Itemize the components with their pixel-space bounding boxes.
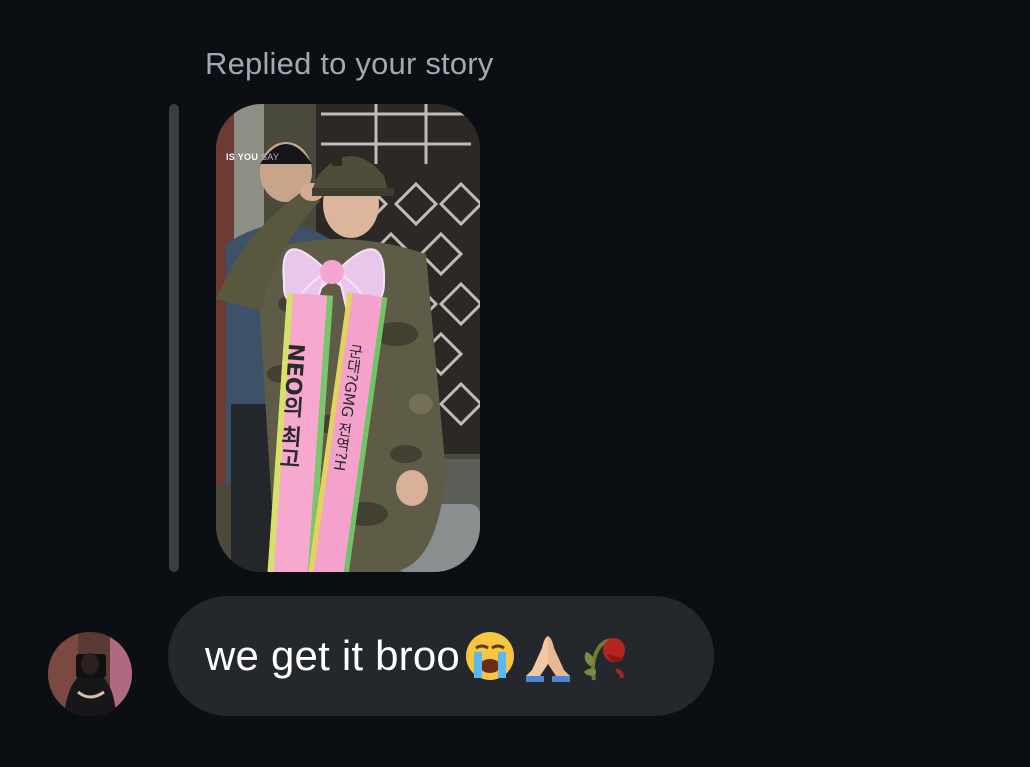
story-reply-label: Replied to your story	[205, 46, 494, 81]
story-preview[interactable]: NEO의 최고 군대?GMG 전역?H IS YOU SAY	[216, 104, 480, 572]
story-caption: IS YOU SAY	[226, 152, 280, 162]
avatar[interactable]	[48, 632, 132, 716]
wilted-flower-icon	[583, 638, 625, 681]
dm-thread: Replied to your story NEO의 최고 군대?GMG 전역?…	[0, 0, 1030, 767]
message-text: we get it broo	[205, 632, 460, 679]
message-emojis	[464, 630, 628, 682]
message-bubble[interactable]: we get it broo	[168, 596, 714, 716]
folded-hands-icon	[525, 636, 570, 682]
loudly-crying-face-icon	[465, 632, 514, 680]
story-image: NEO의 최고 군대?GMG 전역?H	[216, 104, 480, 572]
reply-quote-bar	[169, 104, 179, 572]
avatar-image	[48, 632, 132, 716]
